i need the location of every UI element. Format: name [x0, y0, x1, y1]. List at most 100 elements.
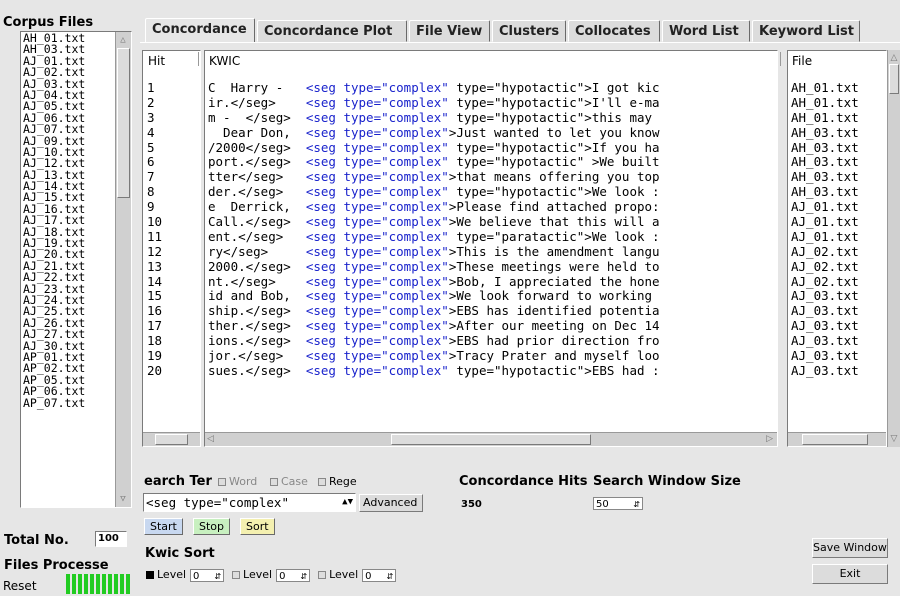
tab-word-list[interactable]: Word List — [662, 20, 750, 42]
kwic-left-context: Dear Don, — [208, 125, 299, 140]
kwic-keyword: <seg type="complex" — [305, 170, 449, 185]
case-checkbox[interactable] — [270, 478, 278, 486]
regex-checkbox[interactable] — [318, 478, 326, 486]
sort-level-checkbox[interactable] — [232, 571, 241, 579]
kwic-row[interactable]: 2000.</seg> <seg type="complex">These me… — [208, 259, 777, 275]
kwic-right-context: type="hypotactic" >We built — [448, 155, 660, 170]
sort-level-1[interactable]: Level 0 ⇵ — [146, 568, 225, 583]
column-divider-2[interactable] — [780, 52, 787, 66]
kwic-pane[interactable]: KWIC C Harry - <seg type="complex" type=… — [204, 50, 778, 447]
kwic-left-context: Call.</seg> — [208, 215, 299, 230]
scroll-right-icon[interactable]: ▷ — [766, 433, 773, 445]
hit-number: 1 — [147, 81, 155, 95]
kwic-row[interactable]: ry</seg> <seg type="complex">This is the… — [208, 245, 777, 260]
sort-button[interactable]: Sort — [240, 518, 275, 535]
kwic-row[interactable]: Call.</seg> <seg type="complex">We belie… — [208, 215, 777, 230]
spinner-arrows-icon[interactable]: ⇵ — [386, 570, 393, 583]
results-vscrollbar[interactable]: △ ▽ — [887, 50, 900, 447]
kwic-row[interactable]: ther.</seg> <seg type="complex">After ou… — [208, 319, 777, 334]
kwic-row[interactable]: C Harry - <seg type="complex" type="hypo… — [208, 81, 777, 96]
kwic-hscrollbar[interactable]: ◁ ▷ — [205, 432, 777, 446]
total-no-value: 100 — [95, 531, 127, 547]
case-option[interactable]: Case — [270, 475, 308, 488]
kwic-row[interactable]: /2000</seg> <seg type="complex" type="hy… — [208, 140, 777, 156]
sort-level-checkbox[interactable] — [318, 571, 327, 579]
kwic-row[interactable]: Dear Don, <seg type="complex">Just wante… — [208, 125, 777, 141]
start-button[interactable]: Start — [144, 518, 183, 535]
search-query-input[interactable]: <seg type="complex" ▲▼ — [143, 493, 356, 512]
kwic-row[interactable]: ions.</seg> <seg type="complex">EBS had … — [208, 334, 777, 349]
regex-option[interactable]: Rege — [318, 475, 357, 488]
save-window-button[interactable]: Save Window — [812, 538, 888, 558]
kwic-left-context: ions.</seg> — [208, 334, 299, 349]
advanced-button[interactable]: Advanced — [359, 494, 423, 512]
hit-column[interactable]: Hit 1 2 3 4 5 6 7 8 9 10 11 12 13 14 15 16 17 18 19 20 — [142, 50, 201, 447]
spinner-arrows-icon[interactable]: ⇵ — [214, 570, 221, 583]
results-scroll-thumb[interactable] — [889, 64, 899, 94]
corpus-file-list[interactable]: AH_01.txt AH_03.txt AJ_01.txt AJ_02.txt AJ_0… — [20, 31, 132, 508]
kwic-header: KWIC — [209, 54, 241, 68]
reset-button[interactable]: Reset — [3, 579, 37, 593]
kwic-row[interactable]: der.</seg> <seg type="complex" type="hyp… — [208, 185, 777, 200]
hit-number: 12 — [147, 244, 163, 259]
sort-level-value: 0 — [365, 570, 372, 582]
kwic-row[interactable]: e Derrick, <seg type="complex">Please fi… — [208, 200, 777, 215]
dropdown-arrow-icon[interactable]: ▲▼ — [342, 494, 353, 511]
word-option[interactable]: Word — [218, 475, 257, 488]
sort-level-spinner[interactable]: 0 ⇵ — [276, 568, 311, 583]
results-scroll-down-icon[interactable]: ▽ — [888, 433, 900, 445]
kwic-row[interactable]: ir.</seg> <seg type="complex" type="hypo… — [208, 96, 777, 111]
corpus-list-scrollbar[interactable]: △ ▽ — [115, 32, 131, 507]
stop-button[interactable]: Stop — [193, 518, 231, 535]
kwic-row[interactable]: ship.</seg> <seg type="complex">EBS has … — [208, 304, 777, 319]
kwic-row[interactable]: port.</seg> <seg type="complex" type="hy… — [208, 155, 777, 170]
scroll-down-icon[interactable]: ▽ — [116, 493, 130, 505]
file-name: AH_01.txt — [791, 110, 859, 125]
tab-concordance-plot[interactable]: Concordance Plot — [257, 20, 407, 42]
hit-header: Hit — [148, 54, 166, 68]
kwic-left-context: jor.</seg> — [208, 349, 299, 364]
tab-concordance[interactable]: Concordance — [145, 18, 255, 43]
kwic-row[interactable]: id and Bob, <seg type="complex">We look … — [208, 289, 777, 304]
results-scroll-up-icon[interactable]: △ — [888, 52, 900, 64]
kwic-row[interactable]: tter</seg> <seg type="complex">that mean… — [208, 170, 777, 185]
file-hscrollbar[interactable] — [788, 432, 886, 446]
scroll-left-icon[interactable]: ◁ — [207, 433, 214, 445]
kwic-row[interactable]: nt.</seg> <seg type="complex">Bob, I app… — [208, 275, 777, 290]
tab-keyword-list[interactable]: Keyword List — [752, 20, 860, 42]
tab-clusters[interactable]: Clusters — [492, 20, 566, 42]
kwic-left-context: C Harry - — [208, 81, 299, 95]
kwic-row[interactable]: jor.</seg> <seg type="complex">Tracy Pra… — [208, 349, 777, 364]
sort-level-checkbox[interactable] — [146, 571, 154, 579]
sort-level-spinner[interactable]: 0 ⇵ — [362, 568, 397, 583]
kwic-keyword: <seg type="complex" — [305, 140, 449, 155]
kwic-keyword: <seg type="complex" — [305, 229, 449, 244]
scroll-up-icon[interactable]: △ — [116, 34, 130, 46]
word-checkbox[interactable] — [218, 478, 226, 486]
sort-level-3[interactable]: Level 0 ⇵ — [318, 568, 397, 583]
exit-button[interactable]: Exit — [812, 564, 888, 584]
hit-hscrollbar[interactable] — [143, 432, 200, 446]
spinner-arrows-icon[interactable]: ⇵ — [300, 570, 307, 583]
tab-file-view[interactable]: File View — [409, 20, 490, 42]
kwic-row[interactable]: ent.</seg> <seg type="complex" type="par… — [208, 229, 777, 245]
kwic-keyword: <seg type="complex" — [305, 289, 449, 304]
kwic-keyword: <seg type="complex" — [305, 200, 449, 215]
kwic-row[interactable]: sues.</seg> <seg type="complex" type="hy… — [208, 364, 777, 379]
file-pane[interactable]: File AH_01.txt AH_01.txt AH_01.txt AH_03.tx… — [787, 50, 887, 447]
hit-number: 3 — [147, 110, 155, 125]
tab-collocates[interactable]: Collocates — [568, 20, 660, 42]
sort-level-spinner[interactable]: 0 ⇵ — [190, 568, 225, 583]
kwic-hscroll-thumb[interactable] — [391, 434, 591, 445]
hit-number: 15 — [147, 289, 163, 304]
kwic-right-context: >that means offering you top — [448, 170, 660, 185]
kwic-left-context: port.</seg> — [208, 155, 299, 170]
scroll-thumb[interactable] — [117, 48, 130, 198]
kwic-keyword: <seg type="complex" — [305, 259, 449, 274]
kwic-right-context: type="hypotactic">this may — [448, 110, 653, 125]
search-window-size-spinner[interactable]: 50 ⇵ — [593, 496, 643, 510]
sort-level-2[interactable]: Level 0 ⇵ — [232, 568, 311, 583]
file-name: AJ_02.txt — [791, 274, 859, 289]
spinner-arrows-icon[interactable]: ⇵ — [633, 498, 640, 511]
kwic-row[interactable]: m - </seg> <seg type="complex" type="hyp… — [208, 110, 777, 126]
